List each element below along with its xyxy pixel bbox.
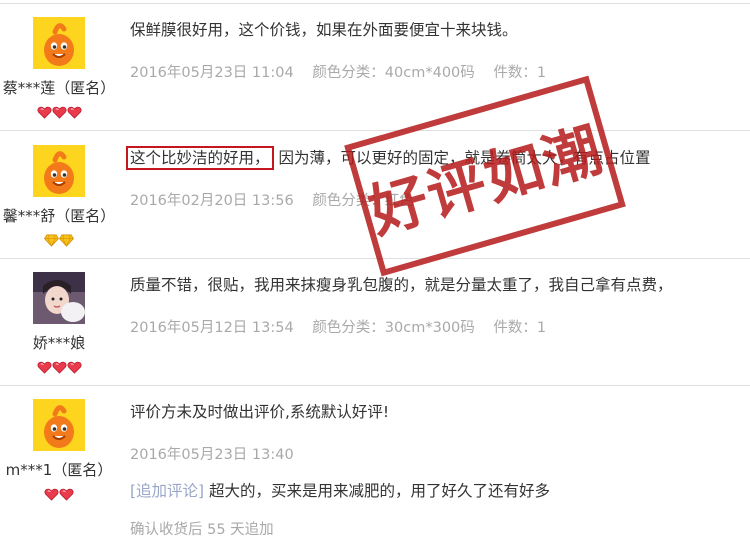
append-review-label: [追加评论] (130, 482, 205, 500)
reviewer: m***1（匿名） (0, 399, 118, 500)
yellow-diamond-icon (59, 234, 74, 247)
reviewer: 蔡***莲（匿名） (0, 17, 118, 118)
reviewer: 娇***娘 (0, 272, 118, 373)
sku-color: 颜色分类：40cm*400码 (312, 65, 475, 81)
avatar[interactable] (33, 399, 85, 451)
append-review: [追加评论] 超大的，买来是用来减肥的，用了好久了还有好多 (130, 480, 750, 502)
credit-badges (0, 486, 118, 500)
review-item: 娇***娘 质量不错，很贴，我用来抹瘦身乳包腹的，就是分量太重了，我自己拿有点费… (0, 259, 750, 385)
review-text: 保鲜膜很好用，这个价钱，如果在外面要便宜十来块钱。 (130, 21, 518, 39)
reviewer-name: 蔡***莲（匿名） (2, 79, 116, 97)
review-item: m***1（匿名） 评价方未及时做出评价,系统默认好评! 2016年05月23日… (0, 386, 750, 557)
review-content: 评价方未及时做出评价,系统默认好评! 2016年05月23日 13:40 [追加… (130, 401, 750, 539)
red-heart-icon (67, 361, 82, 374)
red-heart-icon (37, 106, 52, 119)
review-date: 2016年05月23日 11:04 (130, 65, 294, 81)
credit-badges (0, 104, 118, 118)
red-heart-icon (37, 361, 52, 374)
review-date: 2016年02月20日 13:56 (130, 193, 294, 209)
red-heart-icon (52, 106, 67, 119)
review-meta: 2016年05月23日 11:04 颜色分类：40cm*400码 件数：1 (130, 61, 750, 82)
credit-badges (0, 359, 118, 373)
review-text: 质量不错，很贴，我用来抹瘦身乳包腹的，就是分量太重了，我自己拿有点费， (130, 276, 673, 294)
yellow-diamond-icon (44, 234, 59, 247)
review-text: 评价方未及时做出评价,系统默认好评! (130, 403, 390, 421)
sku-color: 颜色分类：30cm*300码 (312, 320, 475, 336)
reviewer: 馨***舒（匿名） (0, 145, 118, 246)
avatar[interactable] (33, 145, 85, 197)
review-meta: 2016年05月23日 13:40 (130, 443, 750, 464)
review-date: 2016年05月12日 13:54 (130, 320, 294, 336)
review-item: 蔡***莲（匿名） 保鲜膜很好用，这个价钱，如果在外面要便宜十来块钱。 2016… (0, 0, 750, 130)
sku-quantity: 件数：1 (493, 320, 547, 336)
red-heart-icon (52, 361, 67, 374)
sku-quantity: 件数：1 (493, 65, 547, 81)
append-review-meta: 确认收货后 55 天追加 (130, 522, 274, 538)
credit-badges (0, 232, 118, 246)
reviewer-name: 馨***舒（匿名） (2, 207, 116, 225)
red-heart-icon (59, 488, 74, 501)
avatar[interactable] (33, 272, 85, 324)
review-meta: 2016年05月12日 13:54 颜色分类：30cm*300码 件数：1 (130, 316, 750, 337)
review-content: 保鲜膜很好用，这个价钱，如果在外面要便宜十来块钱。 2016年05月23日 11… (130, 19, 750, 82)
highlighted-phrase: 这个比妙洁的好用， (126, 146, 274, 170)
red-heart-icon (67, 106, 82, 119)
avatar[interactable] (33, 17, 85, 69)
review-content: 质量不错，很贴，我用来抹瘦身乳包腹的，就是分量太重了，我自己拿有点费， 2016… (130, 274, 750, 337)
reviewer-name: 娇***娘 (32, 334, 86, 352)
red-heart-icon (44, 488, 59, 501)
reviewer-name: m***1（匿名） (5, 461, 113, 479)
review-date: 2016年05月23日 13:40 (130, 447, 294, 463)
append-review-text: 超大的，买来是用来减肥的，用了好久了还有好多 (209, 482, 551, 500)
